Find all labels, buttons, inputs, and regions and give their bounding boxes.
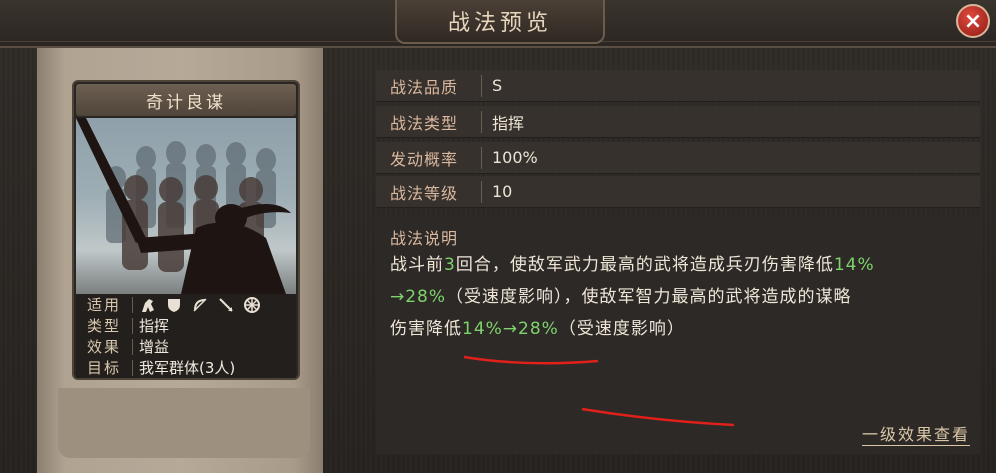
window-title: 战法预览	[447, 11, 552, 36]
desc-fragment: 回合，使敌军武力最高的武将造成兵刃伤害降低	[455, 255, 834, 275]
divider	[481, 146, 482, 169]
attr-value: 指挥	[492, 113, 525, 133]
info-value: 指挥	[139, 317, 170, 335]
attr-row-type: 战法类型 指挥	[376, 106, 980, 138]
attr-value: S	[492, 76, 503, 95]
attr-key: 战法等级	[390, 183, 459, 203]
attr-key: 战法品质	[390, 77, 459, 97]
tactic-info: 适用 类型 指挥 效果 增益 目标 我军群体(3人)	[76, 294, 296, 378]
info-row-type: 类型 指挥	[76, 315, 296, 336]
info-key: 类型	[86, 317, 121, 335]
bow-icon	[193, 297, 207, 312]
tactic-name: 奇计良谋	[76, 84, 296, 116]
desc-value: 14%	[833, 255, 875, 275]
attr-value: 10	[492, 182, 513, 201]
spear-icon	[219, 297, 233, 312]
description-text: 战斗前3回合，使敌军武力最高的武将造成兵刃伤害降低14% →28%（受速度影响）…	[390, 249, 970, 345]
desc-speed-note: （受速度影响）	[558, 319, 685, 339]
wheel-icon	[244, 296, 260, 313]
desc-rounds: 3	[444, 255, 456, 275]
close-button[interactable]: ×	[956, 4, 990, 38]
info-row-target: 目标 我军群体(3人)	[76, 357, 296, 378]
divider	[481, 74, 482, 97]
attr-key: 战法类型	[390, 113, 459, 133]
divider	[132, 317, 133, 334]
divider	[132, 338, 133, 355]
info-key: 适用	[86, 296, 121, 314]
desc-value: 14%→28%	[462, 319, 559, 339]
attr-row-quality: 战法品质 S	[376, 70, 980, 102]
desc-speed-note: （受速度影响）	[446, 287, 564, 307]
info-value: 我军群体(3人)	[139, 359, 236, 377]
description-title: 战法说明	[390, 229, 459, 248]
desc-fragment: 战斗前	[390, 255, 444, 275]
attr-row-probability: 发动概率 100%	[376, 142, 980, 174]
divider	[132, 359, 133, 376]
details-panel: 战法品质 S 战法类型 指挥 发动概率 100% 战法等级 10 战法说明 战斗…	[376, 70, 980, 454]
divider	[132, 296, 133, 313]
level-one-effect-link[interactable]: 一级效果查看	[861, 421, 970, 446]
attr-value: 100%	[492, 148, 538, 167]
divider	[481, 180, 482, 203]
unit-type-icons	[139, 296, 261, 314]
tactic-artwork	[76, 118, 296, 294]
tactic-card: 奇计良谋 适用 类型 指挥 效果 增益 目标 我军群体(3人)	[72, 80, 300, 380]
desc-fragment: ，使敌军智力最高的武将造成的谋略	[563, 287, 852, 307]
desc-value: →28%	[390, 287, 447, 307]
desc-fragment: 伤害降低	[390, 319, 462, 339]
attr-row-level: 战法等级 10	[376, 176, 980, 208]
info-value: 增益	[139, 338, 170, 356]
cavalry-icon	[142, 298, 154, 312]
description-box: 战法说明 战斗前3回合，使敌军武力最高的武将造成兵刃伤害降低14% →28%（受…	[376, 215, 980, 454]
info-key: 效果	[86, 338, 121, 356]
close-icon: ×	[963, 8, 983, 34]
shield-icon	[168, 298, 180, 312]
window-title-plate: 战法预览	[395, 0, 605, 44]
attr-key: 发动概率	[390, 149, 459, 169]
divider	[481, 110, 482, 133]
scroll-bottom	[58, 388, 310, 458]
info-row-applicable: 适用	[76, 294, 296, 315]
info-key: 目标	[86, 359, 121, 377]
info-row-effect: 效果 增益	[76, 336, 296, 357]
